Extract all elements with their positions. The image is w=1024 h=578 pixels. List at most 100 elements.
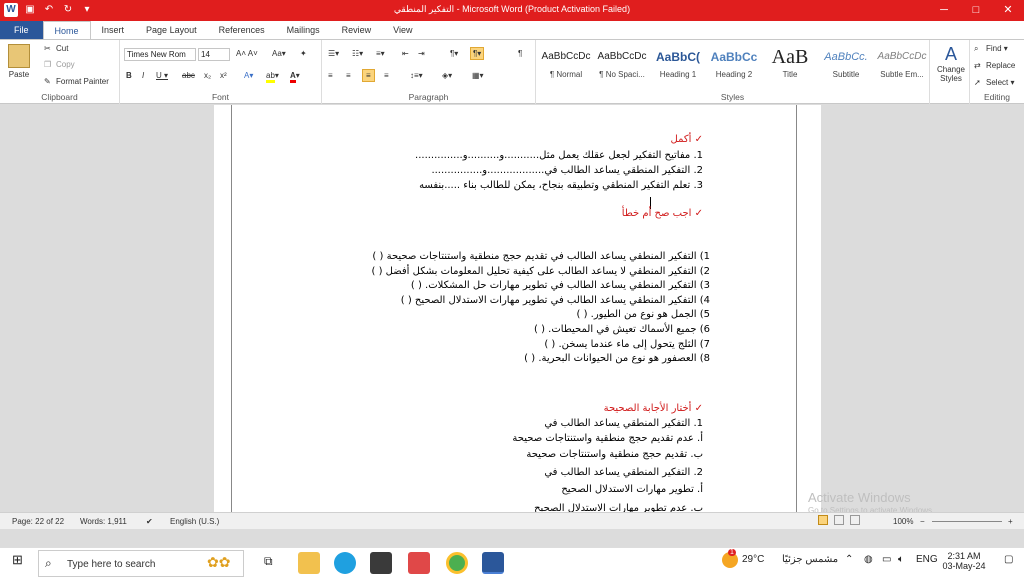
style-preview: AaBbCc xyxy=(710,50,758,64)
tab-mailings[interactable]: Mailings xyxy=(276,21,331,39)
search-icon: ⌕ xyxy=(45,556,52,570)
task-view-icon[interactable]: ⧉ xyxy=(264,554,273,569)
font-size-combo[interactable]: 14 xyxy=(198,48,230,61)
input-language[interactable]: ENG xyxy=(916,554,938,565)
tab-home[interactable]: Home xyxy=(42,21,91,39)
style-heading-2[interactable]: AaBbCc Heading 2 xyxy=(706,44,762,88)
zoom-level[interactable]: 100% xyxy=(893,517,913,526)
change-styles-group: A Change Styles xyxy=(930,40,970,104)
restore-icon[interactable]: □ xyxy=(960,0,992,21)
notifications-icon[interactable]: ▢ xyxy=(1004,554,1013,565)
web-layout-icon[interactable] xyxy=(850,515,860,525)
style-name: Heading 2 xyxy=(715,70,753,79)
cut-button[interactable]: ✂ Cut xyxy=(44,44,68,54)
print-layout-icon[interactable] xyxy=(818,515,828,525)
editing-label: Editing xyxy=(984,92,1010,102)
paste-button[interactable]: Paste xyxy=(8,44,30,79)
zoom-in-icon[interactable]: + xyxy=(1008,517,1013,526)
select-button[interactable]: ➚ Select ▾ xyxy=(974,78,1014,88)
style-no-spacing[interactable]: AaBbCcDc ¶ No Spaci... xyxy=(594,44,650,88)
copy-button[interactable]: ❐ Copy xyxy=(44,60,75,70)
underline-button[interactable]: U ▾ xyxy=(156,71,168,80)
windows-start-icon[interactable]: ⊞ xyxy=(12,552,23,568)
borders-button[interactable]: ▦▾ xyxy=(472,71,484,80)
minimize-icon[interactable]: ─ xyxy=(928,0,960,21)
bold-button[interactable]: B xyxy=(126,71,132,80)
battery-icon[interactable]: ▭ xyxy=(882,554,891,565)
chrome-icon[interactable] xyxy=(446,552,468,574)
grow-font-button[interactable]: A˄ A˅ xyxy=(236,49,258,58)
temperature[interactable]: 29°C xyxy=(742,554,764,565)
taskbar-search-box[interactable]: ⌕ Type here to search ✿✿ xyxy=(38,550,244,577)
strikethrough-button[interactable]: abc xyxy=(182,71,195,80)
copy-label: Copy xyxy=(56,60,75,70)
tab-references[interactable]: References xyxy=(208,21,276,39)
increase-indent-icon[interactable]: ⇥ xyxy=(418,49,425,58)
clock[interactable]: 2:31 AM 03-May-24 xyxy=(942,551,986,571)
zoom-out-icon[interactable]: − xyxy=(920,517,925,526)
edge-icon[interactable] xyxy=(334,552,356,574)
decrease-indent-icon[interactable]: ⇤ xyxy=(402,49,409,58)
title-bar: W ▣ ↶ ↻ ▾ التفكير المنطقي - Microsoft Wo… xyxy=(0,0,1024,21)
full-screen-icon[interactable] xyxy=(834,515,844,525)
change-styles-button[interactable]: A Change Styles xyxy=(932,44,970,83)
tray-expand-icon[interactable]: ⌃ xyxy=(845,554,853,565)
subscript-button[interactable]: x₂ xyxy=(204,71,211,80)
style-normal[interactable]: AaBbCcDc ¶ Normal xyxy=(538,44,594,88)
italic-button[interactable]: I xyxy=(142,71,144,80)
zoom-slider[interactable] xyxy=(932,521,1002,522)
word-taskbar-icon[interactable] xyxy=(482,552,504,574)
store-icon[interactable] xyxy=(370,552,392,574)
copy-icon: ❐ xyxy=(44,60,52,69)
style-subtitle[interactable]: AaBbCc. Subtitle xyxy=(818,44,874,88)
page-count[interactable]: Page: 22 of 22 xyxy=(12,517,64,526)
style-subtle-emphasis[interactable]: AaBbCcDc Subtle Em... xyxy=(874,44,930,88)
word-count[interactable]: Words: 1,911 xyxy=(80,517,127,526)
language-indicator[interactable]: English (U.S.) xyxy=(170,517,219,526)
weather-text[interactable]: مشمس جزئيًا xyxy=(782,554,838,565)
multilevel-list-button[interactable]: ≡▾ xyxy=(376,49,385,58)
styles-group: AaBbCcDc ¶ Normal AaBbCcDc ¶ No Spaci... A… xyxy=(536,40,930,104)
paragraph-label: Paragraph xyxy=(408,92,449,102)
tab-page-layout[interactable]: Page Layout xyxy=(135,21,208,39)
clear-format-icon[interactable]: ✦ xyxy=(300,49,307,58)
tab-view[interactable]: View xyxy=(382,21,423,39)
close-icon[interactable]: ✕ xyxy=(992,0,1024,21)
shading-button[interactable]: ◈▾ xyxy=(442,71,452,80)
line-spacing-button[interactable]: ↕≡▾ xyxy=(410,71,423,80)
replace-button[interactable]: ⇄ Replace xyxy=(974,61,1015,71)
paragraph-group: ☰▾ ☷▾ ≡▾ ⇤ ⇥ ¶▾ ¶▾ ¶ ≡ ≡ ≡ ≡ ↕≡▾ ◈▾ ▦▾ P… xyxy=(322,40,536,104)
network-icon[interactable]: ◍ xyxy=(864,554,873,565)
justify-icon[interactable]: ≡ xyxy=(384,71,389,80)
superscript-button[interactable]: x² xyxy=(220,71,227,80)
change-case-button[interactable]: Aa▾ xyxy=(272,49,286,58)
format-painter-button[interactable]: ✎ Format Painter xyxy=(44,77,109,87)
align-center-icon[interactable]: ≡ xyxy=(346,71,351,80)
font-color-button[interactable]: A▾ xyxy=(290,71,300,83)
powerpoint-icon[interactable] xyxy=(408,552,430,574)
style-title[interactable]: AaB Title xyxy=(762,44,818,88)
ltr-button[interactable]: ¶▾ xyxy=(450,49,458,58)
file-explorer-icon[interactable] xyxy=(298,552,320,574)
highlight-button[interactable]: ab▾ xyxy=(266,71,279,83)
show-hide-icon[interactable]: ¶ xyxy=(518,49,522,58)
align-right-icon[interactable]: ≡ xyxy=(362,69,375,82)
font-name-combo[interactable]: Times New Rom xyxy=(124,48,196,61)
find-button[interactable]: ⌕ Find ▾ xyxy=(974,44,1008,54)
numbering-button[interactable]: ☷▾ xyxy=(352,49,363,58)
text-effects-button[interactable]: A▾ xyxy=(244,71,253,80)
tab-insert[interactable]: Insert xyxy=(91,21,136,39)
align-left-icon[interactable]: ≡ xyxy=(328,71,333,80)
proofing-icon[interactable]: ✔ xyxy=(146,517,153,526)
tab-review[interactable]: Review xyxy=(331,21,383,39)
page-margin-left xyxy=(231,105,232,512)
document-page[interactable]: ✓ أكمل 1. مفاتيح التفكير لجعل عقلك يعمل … xyxy=(214,105,821,512)
volume-icon[interactable]: 🔈︎ xyxy=(898,554,904,565)
rtl-button[interactable]: ¶▾ xyxy=(470,47,485,60)
document-area[interactable]: ✓ أكمل 1. مفاتيح التفكير لجعل عقلك يعمل … xyxy=(0,105,1024,512)
style-heading-1[interactable]: AaBbC(Heading 1 xyxy=(650,44,706,88)
tab-file[interactable]: File xyxy=(0,21,43,39)
format-painter-label: Format Painter xyxy=(56,77,109,87)
bullets-button[interactable]: ☰▾ xyxy=(328,49,339,58)
styles-label: Styles xyxy=(720,92,745,102)
